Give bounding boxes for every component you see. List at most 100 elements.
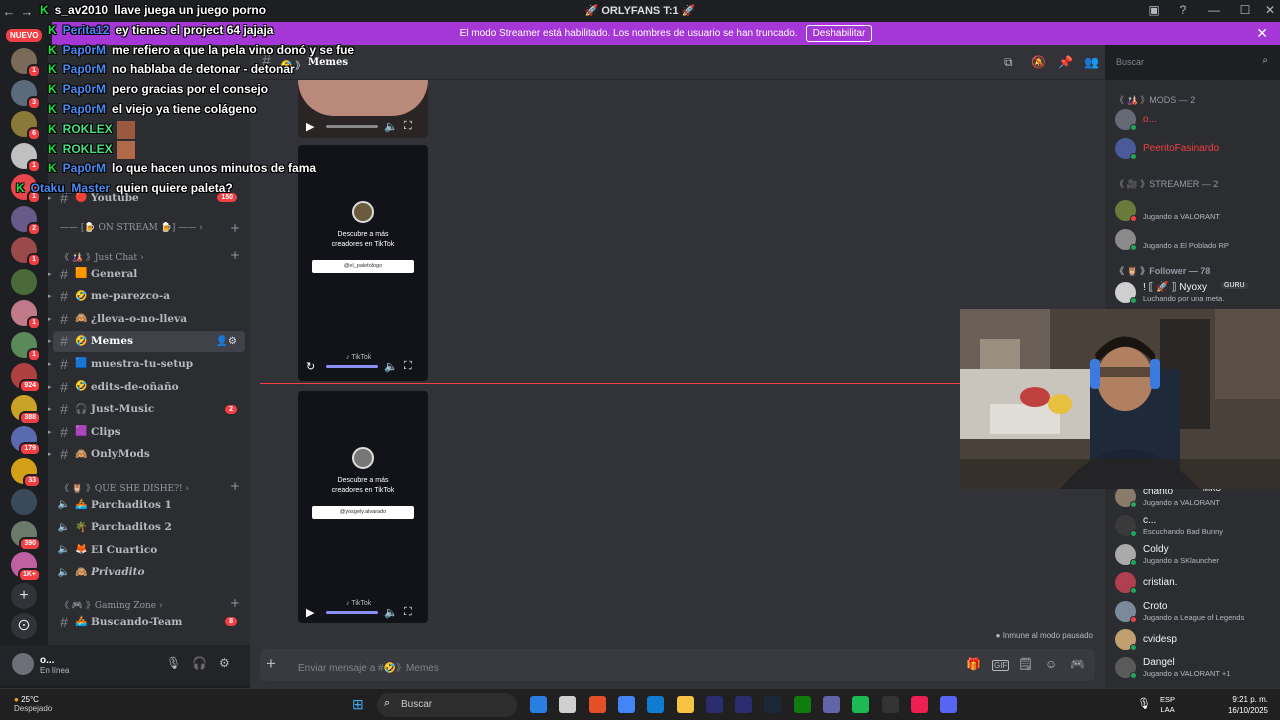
message-input[interactable]: Enviar mensaje a #🤣》Memes bbox=[298, 659, 439, 674]
member-item[interactable]: Jugando a El Poblado RP bbox=[1115, 227, 1275, 253]
add-server-button[interactable]: + bbox=[11, 583, 37, 609]
taskbar-app-icon[interactable] bbox=[881, 696, 899, 713]
gif-icon[interactable]: GIF bbox=[992, 660, 1010, 671]
channel-item[interactable]: ▸ # 🟦 muestra-tu-setup bbox=[48, 353, 245, 374]
server-icon[interactable]: 2 bbox=[11, 205, 41, 236]
forward-icon[interactable]: → bbox=[18, 4, 36, 19]
channel-youtube[interactable]: ▸ # 🔴 Youtube 150 bbox=[48, 187, 245, 208]
channel-buscando-team[interactable]: # 🚣 Buscando-Team 8 bbox=[53, 611, 245, 632]
progress-bar[interactable] bbox=[326, 610, 378, 614]
maximize-button[interactable]: ☐ bbox=[1233, 3, 1257, 17]
taskbar-app-icon[interactable] bbox=[764, 696, 782, 713]
member-item[interactable]: o... bbox=[1115, 107, 1275, 133]
category-que-she-dishe[interactable]: 《 🦉 》QUE SHE DISHE?! › + bbox=[60, 479, 240, 494]
headphones-icon[interactable]: 🎧 bbox=[192, 656, 207, 670]
progress-bar[interactable] bbox=[326, 364, 378, 368]
start-icon[interactable]: ⊞ bbox=[352, 696, 369, 713]
member-item[interactable]: PeeritoFasinardo bbox=[1115, 136, 1275, 162]
tiktok-handle[interactable]: @el_paletologo bbox=[312, 260, 414, 273]
voice-channel-item[interactable]: 🔈 🚣 Parchaditos 1 bbox=[53, 494, 245, 515]
taskbar-app-icon[interactable] bbox=[940, 696, 958, 713]
member-item[interactable]: ! ⟦ 🚀 ⟧ Nyoxy Luchando por una meta. bbox=[1115, 280, 1275, 306]
search-input[interactable]: Buscar ⌕ bbox=[1110, 52, 1274, 73]
taskbar-app-icon[interactable] bbox=[793, 696, 811, 713]
taskbar-app-icon[interactable] bbox=[530, 696, 547, 713]
taskbar-app-icon[interactable] bbox=[910, 696, 928, 713]
channel-item[interactable]: ▸ # 🙈 OnlyMods bbox=[48, 444, 245, 465]
activities-icon[interactable]: 🎮 bbox=[1070, 657, 1085, 671]
attach-icon[interactable]: + bbox=[266, 654, 276, 674]
taskbar-app-icon[interactable] bbox=[735, 696, 753, 713]
taskbar-app-icon[interactable] bbox=[647, 696, 665, 713]
tiktok-handle[interactable]: @yosgely.alvarado bbox=[312, 506, 414, 519]
taskbar-app-icon[interactable] bbox=[559, 696, 577, 713]
voice-channel-item[interactable]: 🔈 🌴 Parchaditos 2 bbox=[53, 517, 245, 538]
play-icon[interactable]: ▶ bbox=[306, 606, 320, 619]
add-channel-icon[interactable]: + bbox=[230, 221, 240, 235]
taskbar-app-icon[interactable] bbox=[676, 696, 694, 713]
member-item[interactable]: c... Escuchando Bad Bunny bbox=[1115, 513, 1275, 539]
server-icon[interactable]: 1 bbox=[11, 237, 41, 267]
volume-icon[interactable]: 🔈 bbox=[384, 120, 398, 133]
back-icon[interactable]: ← bbox=[0, 4, 18, 19]
progress-bar[interactable] bbox=[326, 124, 378, 128]
channel-item[interactable]: ▸ # 🤣 Memes 👤⚙ bbox=[48, 330, 245, 352]
category-just-chat[interactable]: 《 🎎 》Just Chat › + bbox=[60, 248, 240, 263]
server-icon[interactable]: 3 bbox=[11, 79, 41, 110]
channel-item[interactable]: ▸ # 🤣 edits-de-oñaño bbox=[48, 376, 245, 397]
fullscreen-icon[interactable]: ⛶ bbox=[404, 360, 418, 373]
language-indicator[interactable]: ESP LAA bbox=[1160, 695, 1175, 715]
server-icon[interactable]: 1 bbox=[11, 331, 41, 362]
members-icon[interactable]: 👥 bbox=[1084, 55, 1099, 69]
emoji-icon[interactable]: ☺ bbox=[1045, 657, 1057, 671]
replay-icon[interactable]: ↻ bbox=[306, 360, 320, 373]
gift-icon[interactable]: 🎁 bbox=[966, 657, 981, 671]
add-channel-icon[interactable]: + bbox=[230, 596, 240, 610]
system-clock[interactable]: 9:21 p. m. 16/10/2025 bbox=[1222, 694, 1268, 716]
server-icon[interactable] bbox=[11, 268, 37, 295]
taskbar-app-icon[interactable] bbox=[617, 696, 635, 713]
channel-item[interactable]: ▸ # 🟧 General bbox=[48, 263, 245, 284]
member-item[interactable]: Jugando a VALORANT bbox=[1115, 198, 1275, 224]
message-composer[interactable]: + Enviar mensaje a #🤣》Memes 🎁 GIF 🗒 ☺ 🎮 bbox=[260, 649, 1095, 681]
member-item[interactable]: Croto Jugando a League of Legends bbox=[1115, 599, 1275, 625]
play-icon[interactable]: ▶ bbox=[306, 120, 320, 133]
server-icon[interactable]: 1 bbox=[11, 174, 41, 204]
server-icon[interactable]: 388 bbox=[11, 394, 41, 425]
taskbar-search[interactable]: ⌕ Buscar bbox=[377, 693, 517, 717]
settings-icon[interactable]: ⚙ bbox=[219, 656, 230, 670]
microphone-icon[interactable]: 🎙 bbox=[166, 656, 181, 670]
fullscreen-icon[interactable]: ⛶ bbox=[404, 606, 418, 619]
inbox-icon[interactable]: ▣ bbox=[1142, 3, 1166, 17]
channel-item[interactable]: ▸ # 🎧 Just-Music 2 bbox=[48, 399, 245, 420]
server-icon[interactable]: 1 bbox=[11, 48, 41, 78]
volume-icon[interactable]: 🔈 bbox=[384, 606, 398, 619]
server-icon[interactable]: 924 bbox=[11, 363, 41, 393]
discover-button[interactable]: ⊙ bbox=[11, 613, 37, 639]
server-icon[interactable]: 33 bbox=[11, 457, 41, 488]
server-icon[interactable]: 6 bbox=[11, 111, 41, 141]
pin-icon[interactable]: 📌 bbox=[1058, 55, 1073, 69]
member-item[interactable]: Dangel Jugando a VALORANT +1 bbox=[1115, 655, 1275, 681]
channel-item[interactable]: ▸ # 🟪 Clips bbox=[48, 421, 245, 442]
server-icon[interactable]: 1K+ bbox=[11, 552, 41, 582]
fullscreen-icon[interactable]: ⛶ bbox=[404, 120, 418, 133]
microphone-icon[interactable]: 🎙 bbox=[1137, 697, 1151, 710]
server-icon[interactable]: 1 bbox=[11, 300, 41, 330]
minimize-button[interactable]: — bbox=[1202, 3, 1226, 17]
channel-settings-icon[interactable]: 👤⚙ bbox=[216, 336, 237, 347]
category-gaming-zone[interactable]: 《 🎮 》Gaming Zone › + bbox=[60, 596, 240, 611]
taskbar-app-icon[interactable] bbox=[852, 696, 870, 713]
avatar[interactable] bbox=[12, 653, 34, 675]
add-channel-icon[interactable]: + bbox=[230, 479, 240, 493]
server-icon[interactable]: 1 bbox=[11, 142, 41, 173]
voice-channel-item[interactable]: 🔈 🙈 Privadito bbox=[53, 562, 245, 583]
close-window-button[interactable]: ✕ bbox=[1258, 3, 1280, 17]
video-embed-top[interactable]: ▶ 🔈 ⛶ bbox=[298, 80, 428, 138]
category-on-stream[interactable]: —— [🍺 ON STREAM 🍺] —— › + bbox=[60, 221, 240, 235]
member-item[interactable]: Coldy Jugando a SKlauncher bbox=[1115, 542, 1275, 568]
tiktok-embed[interactable]: Descubre a más creadores en TikTok @yosg… bbox=[298, 391, 428, 623]
taskbar-app-icon[interactable] bbox=[705, 696, 723, 713]
channel-item[interactable]: ▸ # 🙈 ¿lleva-o-no-lleva bbox=[48, 308, 245, 329]
threads-icon[interactable]: ⧉ bbox=[1004, 55, 1013, 70]
